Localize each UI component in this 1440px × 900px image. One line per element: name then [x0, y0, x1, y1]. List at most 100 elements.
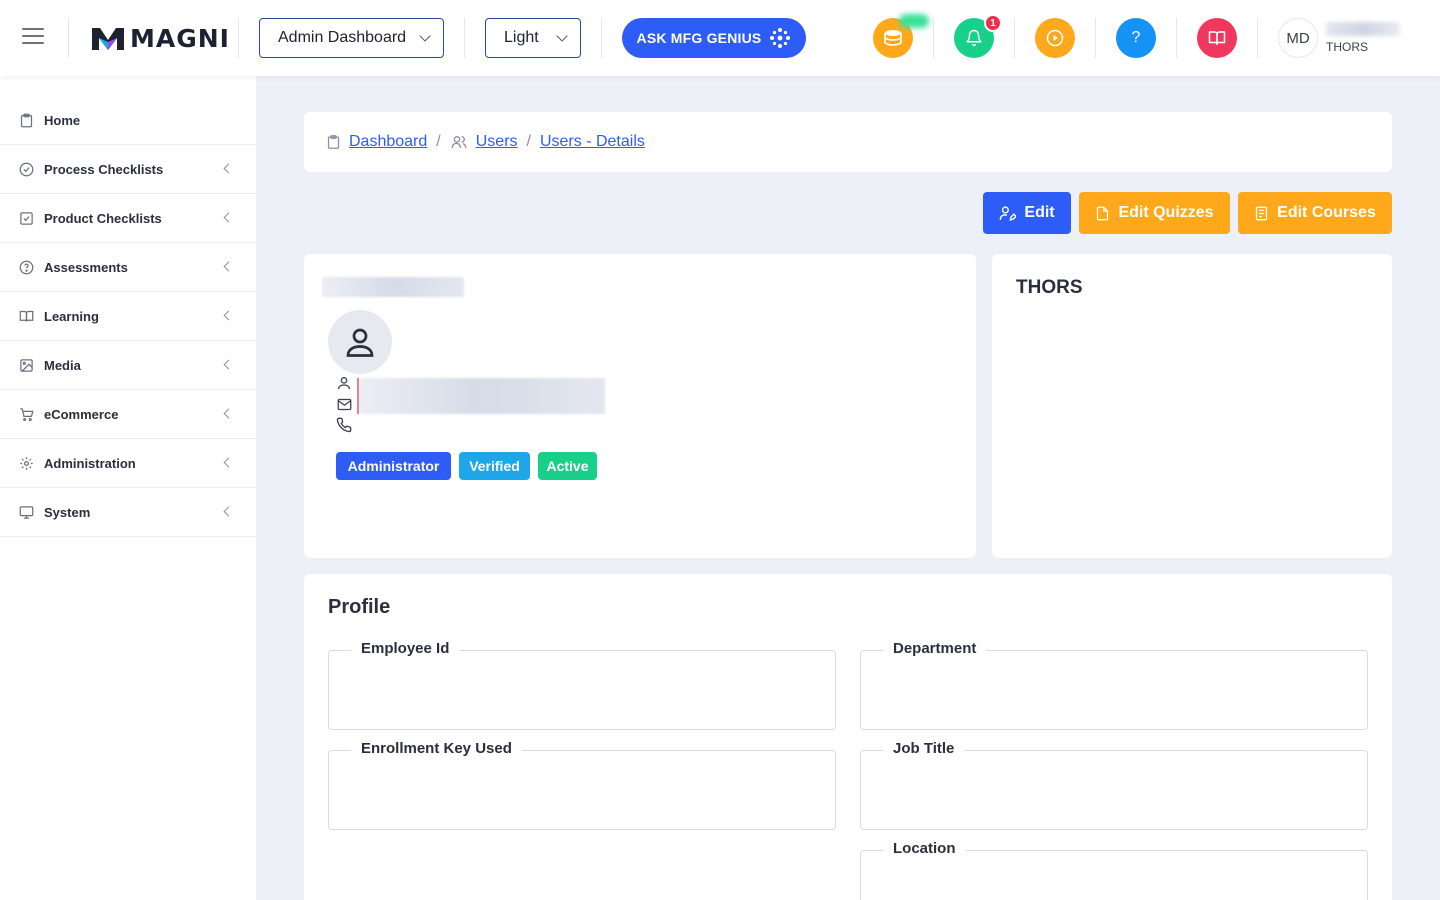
- enrollment-key-label: Enrollment Key Used: [351, 740, 522, 757]
- chevron-left-icon: [223, 359, 234, 370]
- sidebar-item-label: Media: [44, 357, 81, 373]
- mail-icon: [335, 396, 353, 412]
- chevron-left-icon: [223, 457, 234, 468]
- sidebar-item-home[interactable]: Home: [0, 96, 256, 145]
- header-divider: [1095, 18, 1096, 58]
- chevron-down-icon: [419, 29, 431, 42]
- dashboard-select-value: Admin Dashboard: [278, 29, 407, 46]
- header-divider: [1176, 18, 1177, 58]
- clipboard-icon: [326, 134, 341, 150]
- logo-text: MAGNI: [130, 23, 230, 53]
- chevron-left-icon: [223, 408, 234, 419]
- chevron-down-icon: [556, 29, 568, 42]
- sidebar-item-label: Home: [44, 112, 81, 128]
- cart-icon: [18, 406, 34, 422]
- ask-mfg-genius-button[interactable]: ASK MFG GENIUS: [622, 18, 806, 58]
- sidebar-item-assessments[interactable]: Assessments: [0, 243, 256, 292]
- breadcrumb: Dashboard / Users / Users - Details: [304, 112, 1392, 172]
- coins-button[interactable]: [873, 14, 929, 58]
- top-header: MAGNI Admin Dashboard Light ASK MFG GENI…: [0, 0, 1440, 76]
- magni-logo[interactable]: MAGNI: [90, 22, 230, 54]
- user-initials: MD: [1286, 29, 1310, 47]
- image-icon: [18, 357, 34, 373]
- user-profile-avatar: [328, 310, 392, 374]
- edit-courses-label: Edit Courses: [1277, 204, 1376, 221]
- user-org: THORS: [1326, 40, 1368, 54]
- sidebar-item-administration[interactable]: Administration: [0, 439, 256, 488]
- menu-toggle-icon[interactable]: [22, 28, 46, 48]
- sidebar-item-learning[interactable]: Learning: [0, 292, 256, 341]
- redaction-edge: [357, 378, 359, 414]
- sidebar-item-label: Product Checklists: [44, 210, 162, 226]
- users-icon: [450, 134, 468, 150]
- header-divider: [68, 18, 69, 58]
- job-title-label: Job Title: [883, 740, 965, 757]
- job-title-field: Job Title: [860, 740, 1368, 830]
- user-contact-redacted: [357, 378, 605, 414]
- edit-courses-button[interactable]: Edit Courses: [1238, 192, 1392, 234]
- dashboard-select[interactable]: Admin Dashboard: [259, 18, 444, 58]
- question-mark-icon: ?: [1131, 29, 1141, 46]
- profile-title: Profile: [328, 596, 391, 618]
- book-open-icon: [1208, 31, 1226, 45]
- role-badge-administrator: Administrator: [336, 452, 451, 480]
- header-divider: [601, 18, 602, 58]
- edit-button-label: Edit: [1024, 204, 1055, 221]
- sidebar-item-product-checklists[interactable]: Product Checklists: [0, 194, 256, 243]
- book-open-icon: [18, 308, 34, 324]
- sidebar: Home Process Checklists Product Checklis…: [0, 76, 256, 900]
- edit-quizzes-button[interactable]: Edit Quizzes: [1079, 192, 1230, 234]
- breadcrumb-separator: /: [436, 133, 441, 150]
- check-circle-icon: [18, 161, 34, 177]
- sparkle-icon: [770, 28, 791, 48]
- help-button[interactable]: ?: [1116, 18, 1156, 58]
- bell-icon: [966, 29, 982, 47]
- sidebar-item-label: Administration: [44, 455, 136, 471]
- video-button[interactable]: [1035, 18, 1075, 58]
- user-name-redacted: [1326, 22, 1400, 36]
- department-field: Department: [860, 640, 1368, 730]
- location-label: Location: [883, 840, 966, 857]
- user-icon: [346, 328, 374, 357]
- coins-icon: [884, 30, 902, 46]
- header-divider: [238, 18, 239, 58]
- sidebar-item-ecommerce[interactable]: eCommerce: [0, 390, 256, 439]
- department-label: Department: [883, 640, 987, 657]
- gear-icon: [18, 455, 34, 471]
- employee-id-label: Employee Id: [351, 640, 460, 657]
- breadcrumb-dashboard-link[interactable]: Dashboard: [349, 133, 427, 151]
- header-divider: [933, 18, 934, 58]
- magni-logo-mark: [92, 28, 124, 50]
- sidebar-item-system[interactable]: System: [0, 488, 256, 537]
- theme-select[interactable]: Light: [485, 18, 581, 58]
- file-icon: [1097, 206, 1109, 220]
- edit-button[interactable]: Edit: [983, 192, 1071, 234]
- genius-label: ASK MFG GENIUS: [636, 30, 762, 46]
- sidebar-item-process-checklists[interactable]: Process Checklists: [0, 145, 256, 194]
- header-divider: [1257, 18, 1258, 58]
- breadcrumb-users-link[interactable]: Users: [476, 133, 518, 151]
- user-avatar[interactable]: MD: [1278, 18, 1318, 58]
- sidebar-item-label: Assessments: [44, 259, 128, 275]
- docs-button[interactable]: [1197, 18, 1237, 58]
- edit-quizzes-label: Edit Quizzes: [1118, 204, 1214, 221]
- user-title-redacted: [322, 277, 464, 297]
- sidebar-item-label: eCommerce: [44, 406, 119, 422]
- theme-select-value: Light: [504, 29, 539, 46]
- header-divider: [1014, 18, 1015, 58]
- status-badge-active: Active: [538, 452, 597, 480]
- sidebar-item-label: System: [44, 504, 91, 520]
- header-divider: [464, 18, 465, 58]
- location-field: Location: [860, 840, 1368, 900]
- notifications-button[interactable]: 1: [954, 14, 1002, 58]
- sidebar-item-label: Process Checklists: [44, 161, 164, 177]
- breadcrumb-separator: /: [526, 133, 531, 150]
- sidebar-item-media[interactable]: Media: [0, 341, 256, 390]
- enrollment-key-field: Enrollment Key Used: [328, 740, 836, 830]
- employee-id-field: Employee Id: [328, 640, 836, 730]
- breadcrumb-users-details-link[interactable]: Users - Details: [540, 133, 645, 151]
- user-edit-icon: [1000, 205, 1017, 221]
- phone-icon: [335, 417, 353, 433]
- document-list-icon: [1256, 206, 1268, 220]
- chevron-left-icon: [223, 212, 234, 223]
